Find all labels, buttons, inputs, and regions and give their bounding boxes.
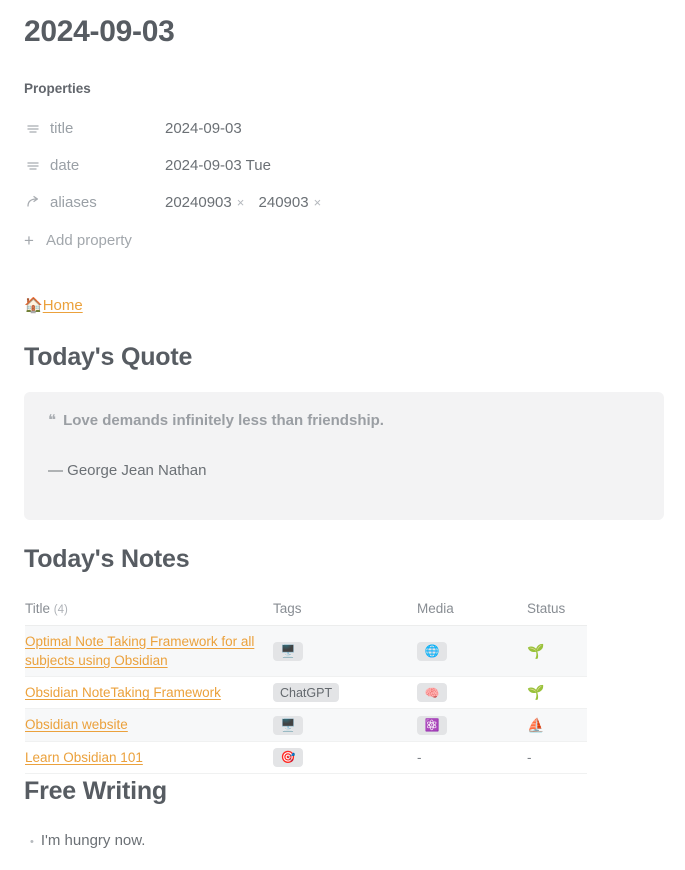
text-lines-icon: [24, 156, 42, 174]
table-row[interactable]: Obsidian NoteTaking Framework ChatGPT 🧠 …: [25, 676, 587, 710]
house-icon: 🏠: [24, 297, 43, 314]
property-value[interactable]: 2024-09-03 Tue: [165, 157, 271, 174]
remove-icon[interactable]: ×: [314, 195, 322, 210]
property-value[interactable]: 2024-09-03: [165, 120, 242, 137]
table-header: Title (4) Tags Media Status: [25, 601, 587, 626]
property-key: title: [50, 119, 74, 137]
row-count: (4): [53, 604, 68, 616]
cell-media: ⚛️: [417, 708, 527, 742]
media-badge-brain-icon[interactable]: 🧠: [417, 683, 447, 703]
page-title: 2024-09-03: [24, 15, 175, 48]
media-empty-value: -: [417, 749, 422, 765]
cell-media: 🌐: [417, 625, 527, 678]
media-badge-atom-icon[interactable]: ⚛️: [417, 715, 447, 735]
text-lines-icon: [24, 119, 42, 137]
cell-tags: ChatGPT: [273, 676, 417, 710]
alias-chip-list: 20240903 × 240903 ×: [165, 194, 331, 211]
home-link[interactable]: Home: [43, 297, 83, 314]
table-body: Optimal Note Taking Framework for all su…: [25, 625, 587, 774]
column-header-title[interactable]: Title (4): [25, 601, 273, 626]
column-header-tags[interactable]: Tags: [273, 601, 417, 626]
plus-icon: +: [24, 231, 34, 250]
list-item[interactable]: • I'm hungry now.: [30, 832, 145, 849]
free-writing-list: • I'm hungry now.: [30, 832, 145, 849]
media-badge-globe-icon[interactable]: 🌐: [417, 641, 447, 661]
alias-chip-label: 20240903: [165, 193, 232, 211]
cell-media: 🧠: [417, 676, 527, 710]
cell-status: ⛵: [527, 708, 587, 742]
note-link[interactable]: Obsidian website: [25, 717, 128, 732]
cell-title: Learn Obsidian 101: [25, 741, 273, 774]
note-link[interactable]: Optimal Note Taking Framework for all su…: [25, 634, 254, 668]
cell-tags: 🎯: [273, 741, 417, 774]
tag-badge-desktop-computer-icon[interactable]: 🖥️: [273, 641, 303, 661]
property-key: date: [50, 156, 80, 174]
quote-callout: ❝ Love demands infinitely less than frie…: [24, 392, 664, 520]
remove-icon[interactable]: ×: [237, 195, 245, 210]
tag-badge-desktop-computer-icon[interactable]: 🖥️: [273, 715, 303, 735]
add-property-label: Add property: [46, 232, 132, 249]
status-sailboat-icon: ⛵: [527, 716, 545, 733]
alias-chip[interactable]: 20240903 ×: [165, 194, 244, 211]
note-link[interactable]: Obsidian NoteTaking Framework: [25, 685, 221, 700]
cell-media: -: [417, 741, 527, 774]
notes-table: Title (4) Tags Media Status Optimal Note…: [25, 601, 587, 774]
home-breadcrumb[interactable]: 🏠 Home: [24, 297, 83, 314]
status-empty-value: -: [527, 749, 532, 765]
cell-tags: 🖥️: [273, 625, 417, 678]
property-row-title[interactable]: title 2024-09-03: [24, 117, 584, 139]
cell-title: Obsidian website: [25, 708, 273, 742]
table-row[interactable]: Optimal Note Taking Framework for all su…: [25, 625, 587, 678]
cell-status: 🌱: [527, 676, 587, 710]
cell-tags: 🖥️: [273, 708, 417, 742]
cell-status: 🌱: [527, 625, 587, 678]
column-header-title-label: Title: [25, 601, 51, 616]
status-seedling-icon: 🌱: [527, 642, 545, 659]
table-header-row: Title (4) Tags Media Status: [25, 601, 587, 626]
property-row-aliases[interactable]: aliases 20240903 × 240903 ×: [24, 191, 584, 213]
tag-badge-dart-icon[interactable]: 🎯: [273, 747, 303, 767]
cell-title: Obsidian NoteTaking Framework: [25, 676, 273, 710]
status-seedling-icon: 🌱: [527, 684, 545, 701]
todays-notes-heading: Today's Notes: [24, 545, 190, 573]
quote-text-line: ❝ Love demands infinitely less than frie…: [48, 410, 640, 432]
table-row[interactable]: Learn Obsidian 101 🎯 - -: [25, 741, 587, 774]
column-header-media[interactable]: Media: [417, 601, 527, 626]
cell-status: -: [527, 741, 587, 774]
tag-badge[interactable]: ChatGPT: [273, 683, 340, 703]
quote-text: Love demands infinitely less than friend…: [63, 412, 384, 429]
quote-author: — George Jean Nathan: [48, 461, 207, 479]
properties-label: Properties: [24, 81, 91, 96]
column-header-status[interactable]: Status: [527, 601, 587, 626]
bullet-icon: •: [30, 836, 34, 848]
add-property-button[interactable]: + Add property: [24, 232, 132, 249]
todays-quote-heading: Today's Quote: [24, 343, 193, 371]
free-writing-heading: Free Writing: [24, 777, 167, 805]
note-page: 2024-09-03 Properties title 2024-09-03 d…: [0, 0, 685, 870]
list-item-text: I'm hungry now.: [40, 832, 146, 849]
table-row[interactable]: Obsidian website 🖥️ ⚛️ ⛵: [25, 708, 587, 742]
property-key: aliases: [50, 193, 97, 211]
cell-title: Optimal Note Taking Framework for all su…: [25, 625, 273, 678]
note-link[interactable]: Learn Obsidian 101: [25, 750, 143, 765]
property-row-date[interactable]: date 2024-09-03 Tue: [24, 154, 584, 176]
quote-mark-icon: ❝: [48, 412, 57, 429]
alias-chip-label: 240903: [258, 193, 309, 211]
alias-chip[interactable]: 240903 ×: [259, 194, 322, 211]
forward-arrow-icon: [24, 193, 42, 211]
